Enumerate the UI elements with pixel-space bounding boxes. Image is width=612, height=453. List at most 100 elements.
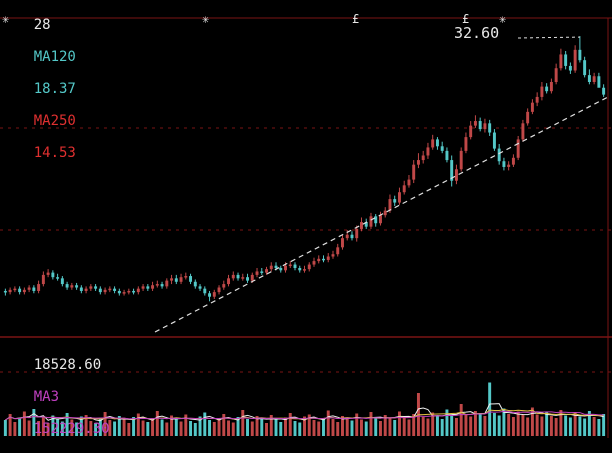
candle-body — [397, 192, 401, 203]
volume-bar — [345, 418, 349, 436]
candle-body — [426, 147, 430, 156]
candle-body — [554, 68, 558, 82]
candle-body — [208, 293, 212, 297]
candle-body — [602, 87, 606, 95]
volume-bar — [193, 423, 197, 436]
candle-body — [146, 286, 150, 289]
weight-mark-icon[interactable]: ✳ — [202, 13, 209, 25]
candle-body — [174, 278, 178, 282]
volume-bar — [174, 418, 178, 436]
volume-bar — [274, 419, 278, 436]
candle-body — [421, 155, 425, 161]
candle-body — [236, 274, 240, 279]
candle-body — [564, 54, 568, 66]
volume-bar — [564, 415, 568, 436]
volume-bar — [189, 421, 193, 436]
volume-bar — [160, 419, 164, 436]
volume-bar — [326, 410, 330, 436]
prev-value: 28 — [33, 17, 51, 33]
weight-mark-icon[interactable]: ✳ — [2, 13, 9, 25]
candle-body — [583, 60, 587, 76]
ma120-value: 18.37 — [33, 81, 76, 97]
volume-bar — [459, 404, 463, 436]
candle-body — [189, 276, 193, 282]
volume-bar — [222, 414, 226, 436]
candle-body — [530, 102, 534, 112]
volume-bar — [350, 420, 354, 436]
candle-body — [79, 287, 83, 291]
candle-body — [184, 276, 188, 278]
candle-body — [383, 210, 387, 216]
volume-bar — [407, 419, 411, 436]
candle-body — [416, 160, 420, 165]
volume-bar — [597, 419, 601, 436]
volume-bar — [511, 417, 515, 436]
candle-body — [559, 54, 563, 69]
candle-body — [578, 49, 582, 61]
ma3-label: MA3 — [33, 389, 60, 405]
flag-mark-icon[interactable]: £ — [352, 13, 359, 25]
candle-body — [440, 146, 444, 151]
candle-body — [331, 254, 335, 257]
volume-bar — [450, 415, 454, 436]
candle-body — [274, 265, 278, 268]
candle-body — [122, 292, 126, 294]
candle-body — [155, 284, 159, 286]
volume-bar — [397, 411, 401, 436]
candle-body — [288, 264, 292, 267]
volume-bar — [402, 418, 406, 436]
volume-bar — [549, 416, 553, 436]
candle-body — [160, 284, 164, 287]
candle-body — [193, 281, 197, 287]
volume-bar — [279, 422, 283, 436]
candle-body — [22, 289, 26, 293]
volume-bar — [521, 415, 525, 436]
volume-bar — [583, 418, 587, 436]
candle-body — [322, 258, 325, 261]
candle-body — [98, 288, 102, 293]
volume-bar — [507, 414, 511, 436]
ma250-label: MA250 — [33, 113, 76, 129]
volume-bar — [322, 418, 325, 436]
candle-body — [454, 169, 458, 181]
volume-bar — [578, 416, 582, 436]
ma120-label: MA120 — [33, 49, 76, 65]
volume-bar — [516, 411, 520, 436]
candle-body — [255, 271, 259, 275]
volume-bar — [151, 418, 155, 436]
candle-body — [141, 286, 145, 289]
candle-body — [13, 288, 17, 291]
volume-bar — [526, 417, 530, 436]
ma3-value: 152229.30 — [33, 421, 110, 437]
candle-body — [113, 288, 117, 291]
volume-bar — [497, 415, 501, 436]
candle-body — [37, 284, 41, 291]
candle-body — [431, 139, 435, 148]
volume-bar — [388, 417, 392, 436]
candle-body — [312, 261, 316, 265]
candle-body — [65, 284, 69, 288]
volume-bar — [535, 414, 539, 436]
candle-body — [568, 65, 572, 71]
volume-bar — [454, 418, 458, 436]
candle-body — [132, 290, 136, 293]
candle-body — [526, 111, 530, 124]
candle-body — [326, 256, 330, 260]
volume-bar — [568, 417, 572, 436]
candle-body — [56, 277, 60, 279]
candle-body — [597, 76, 601, 88]
candle-body — [84, 288, 88, 291]
weight-mark-icon[interactable]: ✳ — [499, 13, 506, 25]
volume-bar — [469, 416, 473, 436]
candle-body — [103, 289, 107, 293]
chart-stage: 28 MA120 18.37 MA250 14.53 ✳ ✳ £ £ ✳ 32.… — [0, 0, 612, 438]
volume-bar — [250, 421, 254, 436]
candle-body — [117, 290, 121, 294]
price-header: 28 MA120 18.37 MA250 14.53 — [0, 1, 76, 177]
candle-body — [592, 76, 596, 82]
candle-body — [502, 161, 506, 167]
candle-body — [260, 271, 264, 273]
volume-bar — [421, 417, 425, 436]
candle-body — [170, 278, 174, 281]
candle-body — [488, 123, 492, 133]
